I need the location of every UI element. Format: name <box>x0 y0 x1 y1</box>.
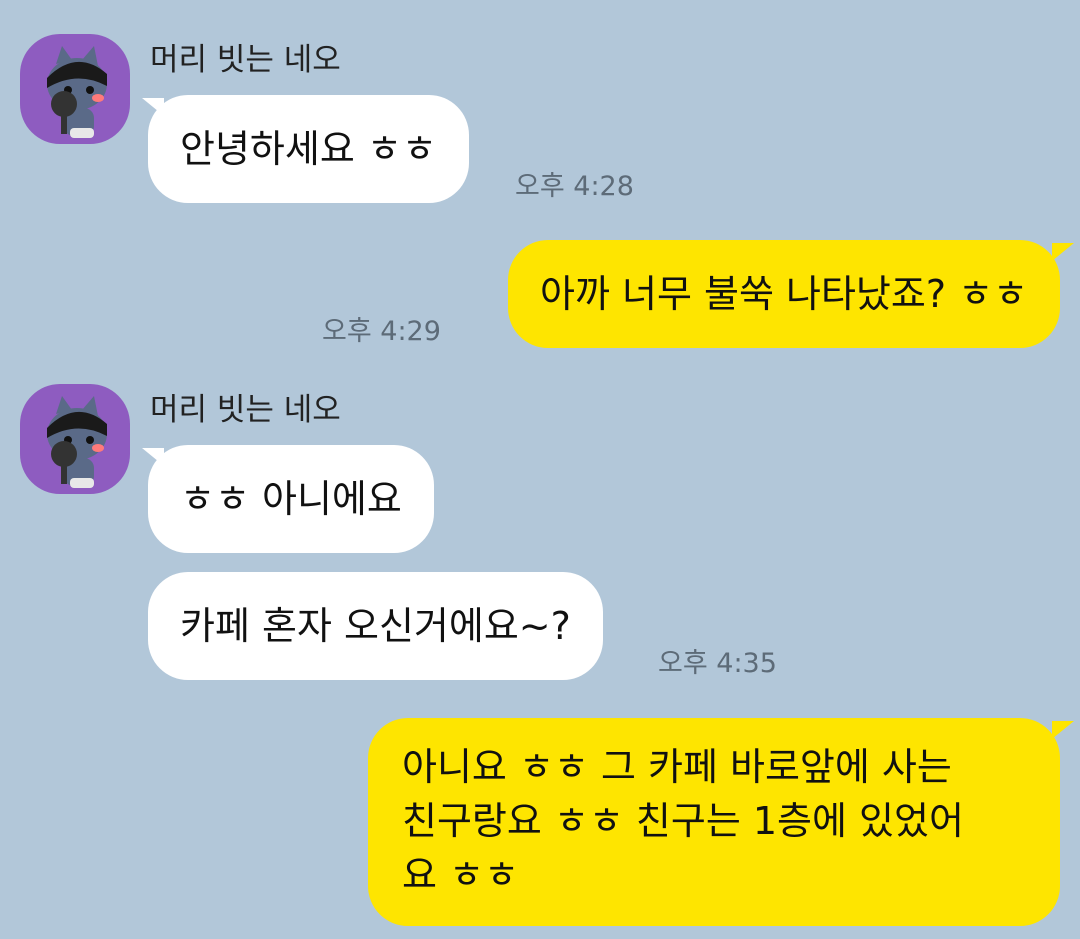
message-text: 아까 너무 불쑥 나타났죠? ㅎㅎ <box>539 272 1028 316</box>
message-text: 카페 혼자 오신거에요~? <box>180 604 571 648</box>
message-text-line: 아니요 ㅎㅎ 그 카페 바로앞에 사는 <box>402 745 952 789</box>
message-bubble-sent[interactable]: 아니요 ㅎㅎ 그 카페 바로앞에 사는 친구랑요 ㅎㅎ 친구는 1층에 있었어 … <box>368 718 1060 926</box>
message-time: 오후 4:35 <box>658 648 777 679</box>
sender-avatar[interactable] <box>20 34 130 144</box>
sender-name: 머리 빗는 네오 <box>150 42 341 78</box>
sender-avatar[interactable] <box>20 384 130 494</box>
bubble-tail <box>1052 243 1074 261</box>
bubble-tail <box>1052 721 1074 739</box>
message-text: 안녕하세요 ㅎㅎ <box>180 127 437 171</box>
neo-character-icon <box>47 396 107 488</box>
neo-character-icon <box>47 46 107 138</box>
message-bubble-received[interactable]: 안녕하세요 ㅎㅎ <box>148 95 469 203</box>
message-text: ㅎㅎ 아니에요 <box>180 477 402 521</box>
message-bubble-received[interactable]: 카페 혼자 오신거에요~? <box>148 572 603 680</box>
message-text-line: 요 ㅎㅎ <box>402 853 519 897</box>
message-bubble-sent[interactable]: 아까 너무 불쑥 나타났죠? ㅎㅎ <box>507 240 1060 348</box>
message-bubble-received[interactable]: ㅎㅎ 아니에요 <box>148 445 434 553</box>
chat-room: 머리 빗는 네오 안녕하세요 ㅎㅎ 오후 4:28 아까 너무 불쑥 나타났죠?… <box>0 0 1080 939</box>
sender-name: 머리 빗는 네오 <box>150 392 341 428</box>
message-time: 오후 4:28 <box>515 171 634 202</box>
message-time: 오후 4:29 <box>322 316 441 347</box>
message-text-line: 친구랑요 ㅎㅎ 친구는 1층에 있었어 <box>402 799 964 843</box>
